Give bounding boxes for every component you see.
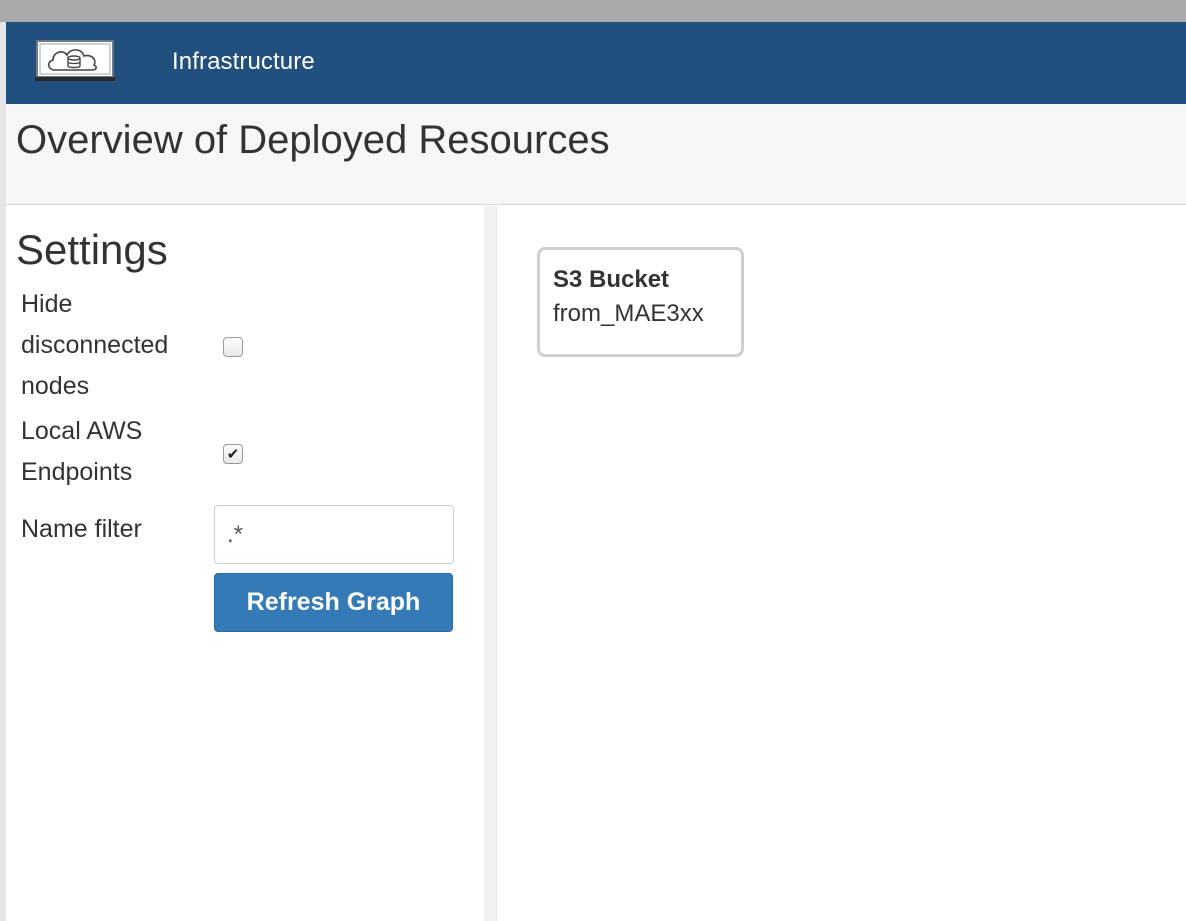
- hide-disconnected-checkbox[interactable]: [223, 337, 243, 357]
- settings-panel: Settings Hide disconnected nodes Local A…: [6, 206, 484, 921]
- name-filter-input[interactable]: [214, 505, 454, 564]
- page-title: Overview of Deployed Resources: [16, 118, 610, 162]
- page-header: Overview of Deployed Resources: [6, 104, 1186, 205]
- panel-divider[interactable]: [484, 206, 497, 921]
- local-aws-label: Local AWS Endpoints: [21, 411, 142, 493]
- node-name-label: from_MAE3xx: [553, 300, 704, 327]
- name-filter-label: Name filter: [21, 515, 142, 543]
- brand-link[interactable]: Infrastructure: [172, 48, 315, 76]
- graph-node[interactable]: S3 Bucket from_MAE3xx: [537, 247, 744, 357]
- local-aws-checkbox[interactable]: ✔: [223, 444, 243, 464]
- hide-disconnected-label-line: nodes: [21, 372, 90, 400]
- hide-disconnected-label: Hide disconnected nodes: [21, 284, 168, 407]
- navbar: Infrastructure: [6, 22, 1186, 104]
- local-aws-label-line: Endpoints: [21, 458, 133, 486]
- hide-disconnected-label-line: Hide: [21, 290, 73, 318]
- browser-top-strip: [0, 0, 1186, 22]
- hide-disconnected-label-line: disconnected: [21, 331, 169, 359]
- graph-canvas[interactable]: S3 Bucket from_MAE3xx: [498, 206, 1186, 921]
- node-type-label: S3 Bucket: [553, 266, 670, 293]
- local-aws-label-line: Local AWS: [21, 417, 143, 445]
- checkmark-icon: ✔: [226, 445, 240, 463]
- cloud-database-icon[interactable]: [34, 38, 116, 82]
- refresh-graph-button[interactable]: Refresh Graph: [214, 573, 453, 632]
- settings-title: Settings: [16, 226, 168, 273]
